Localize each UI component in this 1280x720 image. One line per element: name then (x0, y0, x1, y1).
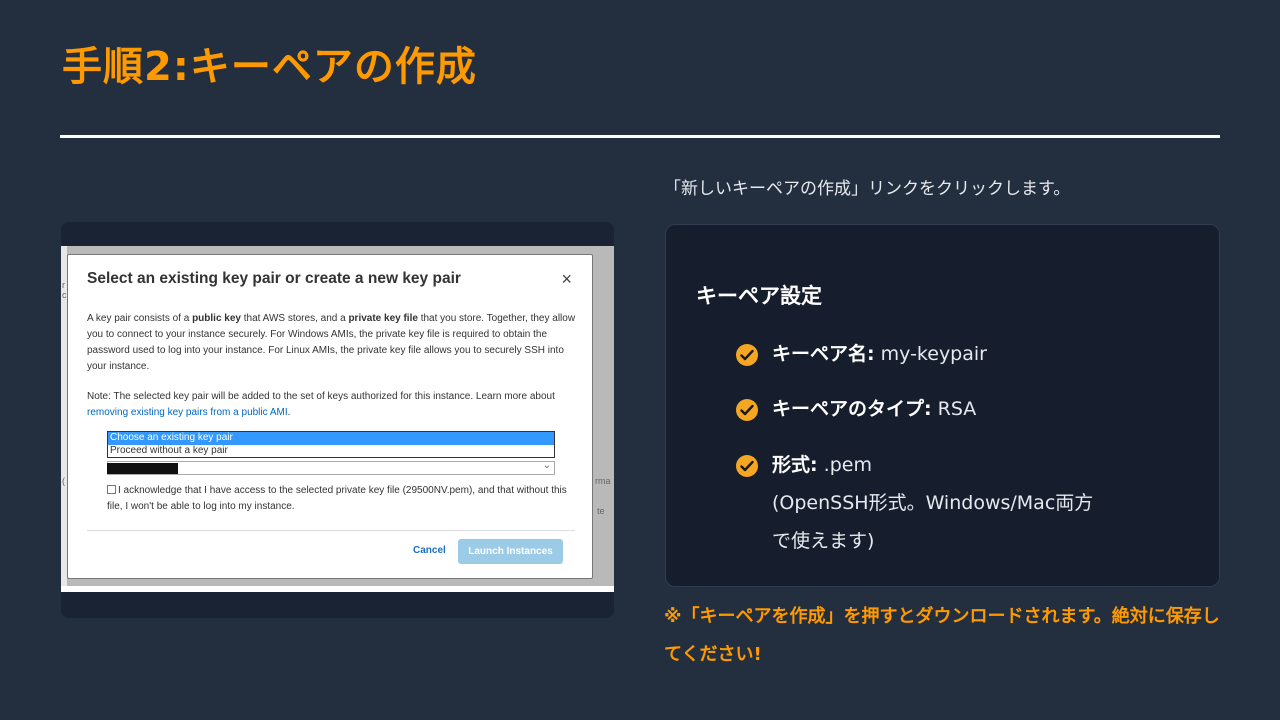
desc-bold-private-key: private key file (348, 313, 418, 324)
key-pair-select[interactable]: ⌄ (107, 460, 555, 475)
setting-key: 形式: (772, 454, 818, 476)
setting-detail: (OpenSSH形式。Windows/Mac両方で使えます) (772, 492, 1094, 552)
screenshot-bottom-strip (61, 586, 614, 592)
desc-bold-public-key: public key (192, 313, 241, 324)
note-end: . (287, 407, 291, 418)
setting-value: my-keypair (874, 343, 987, 365)
launch-instances-button[interactable]: Launch Instances (458, 539, 563, 564)
modal-description: A key pair consists of a public key that… (87, 311, 577, 375)
setting-value: RSA (931, 398, 977, 420)
setting-item-type: キーペアのタイプ: RSA (736, 390, 1176, 428)
download-warning-note: ※「キーペアを作成」を押すとダウンロードされます。絶対に保存してください! (664, 606, 1220, 665)
redacted-key-name (107, 463, 178, 474)
check-circle-icon (736, 455, 758, 477)
screenshot-frame: r c ( rma te Select an existing key pair… (61, 222, 614, 618)
desc-text: A key pair consists of a (87, 313, 193, 324)
key-pair-settings-card: キーペア設定 キーペア名: my-keypair キーペアのタイプ: RSA 形… (665, 224, 1220, 587)
close-icon[interactable]: × (561, 269, 572, 290)
remove-key-pairs-link[interactable]: removing existing key pairs from a publi… (87, 407, 288, 418)
note-text: Note: The selected key pair will be adde… (87, 391, 555, 402)
setting-key: キーペアのタイプ: (772, 398, 932, 420)
check-circle-icon (736, 344, 758, 366)
modal-title: Select an existing key pair or create a … (87, 270, 461, 287)
setting-value: .pem (817, 454, 872, 476)
edge-text: ( (62, 476, 65, 486)
desc-text: that AWS stores, and a (240, 313, 349, 324)
intro-text: 「新しいキーペアの作成」リンクをクリックします。 (664, 179, 1071, 199)
setting-item-name: キーペア名: my-keypair (736, 335, 1176, 373)
edge-text: te (597, 506, 605, 516)
slide-title: 手順2:キーペアの作成 (62, 44, 477, 90)
chevron-down-icon: ⌄ (542, 460, 551, 471)
setting-key: キーペア名: (772, 343, 875, 365)
edge-text: rma (595, 476, 611, 486)
setting-item-format: 形式: .pem (OpenSSH形式。Windows/Mac両方で使えます) (736, 446, 1096, 560)
acknowledge-checkbox[interactable] (107, 485, 116, 494)
acknowledge-row: I acknowledge that I have access to the … (107, 483, 577, 515)
check-circle-icon (736, 399, 758, 421)
key-pair-option-list[interactable]: Choose an existing key pair Proceed with… (107, 431, 555, 458)
option-proceed-without[interactable]: Proceed without a key pair (108, 445, 554, 458)
option-choose-existing[interactable]: Choose an existing key pair (108, 432, 554, 445)
title-divider (60, 135, 1220, 138)
cancel-button[interactable]: Cancel (413, 545, 446, 556)
edge-text: c (62, 290, 67, 300)
acknowledge-text: I acknowledge that I have access to the … (107, 485, 567, 512)
edge-text: r (62, 280, 65, 290)
modal-divider (87, 530, 575, 531)
key-pair-modal: Select an existing key pair or create a … (67, 254, 593, 579)
modal-note: Note: The selected key pair will be adde… (87, 389, 577, 421)
card-title: キーペア設定 (696, 284, 822, 308)
